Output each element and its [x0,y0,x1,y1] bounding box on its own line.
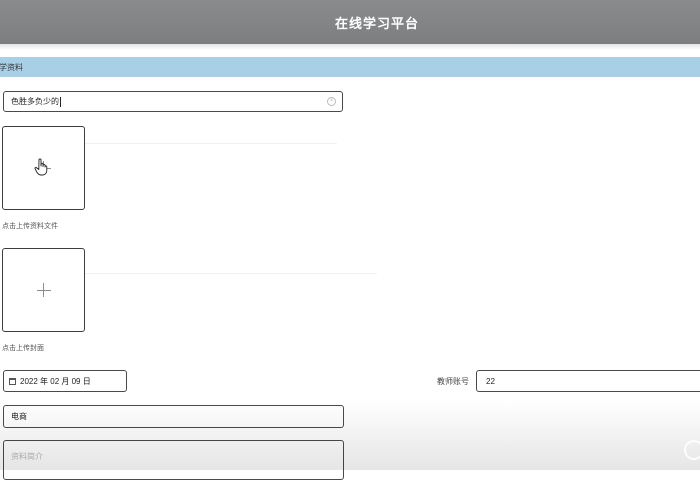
section-title: 学资料 [0,62,23,72]
material-intro-textarea[interactable]: 资料简介 [3,440,344,480]
section-bar: 学资料 [0,57,700,77]
watermark-icon [684,440,700,460]
category-value: 电商 [11,412,27,421]
material-title-input[interactable]: 色胜多负少的 × [3,91,343,112]
material-title-value: 色胜多负少的 [11,97,59,106]
calendar-icon [9,377,16,385]
teacher-account-value: 22 [486,376,495,386]
app-title: 在线学习平台 [334,15,419,31]
date-picker[interactable]: 2022 年 02 月 09 日 [3,370,127,392]
material-intro-placeholder: 资料简介 [11,452,43,461]
teacher-account-input[interactable]: 22 [476,370,700,392]
header-shadow [0,44,700,50]
cover-upload-hint: 点击上传封面 [2,345,44,352]
text-caret [60,96,61,107]
cover-upload-box[interactable] [2,248,85,332]
teacher-account-label: 教师账号 [437,377,469,386]
file-upload-hint: 点击上传资料文件 [2,223,58,230]
app-header: 在线学习平台 [0,0,700,44]
hand-cursor-icon [34,158,48,176]
plus-icon [36,283,51,297]
file-upload-box[interactable] [2,126,85,210]
category-input[interactable]: 电商 [3,405,344,428]
date-value: 2022 年 02 月 09 日 [20,376,91,386]
clear-icon[interactable]: × [327,97,336,106]
